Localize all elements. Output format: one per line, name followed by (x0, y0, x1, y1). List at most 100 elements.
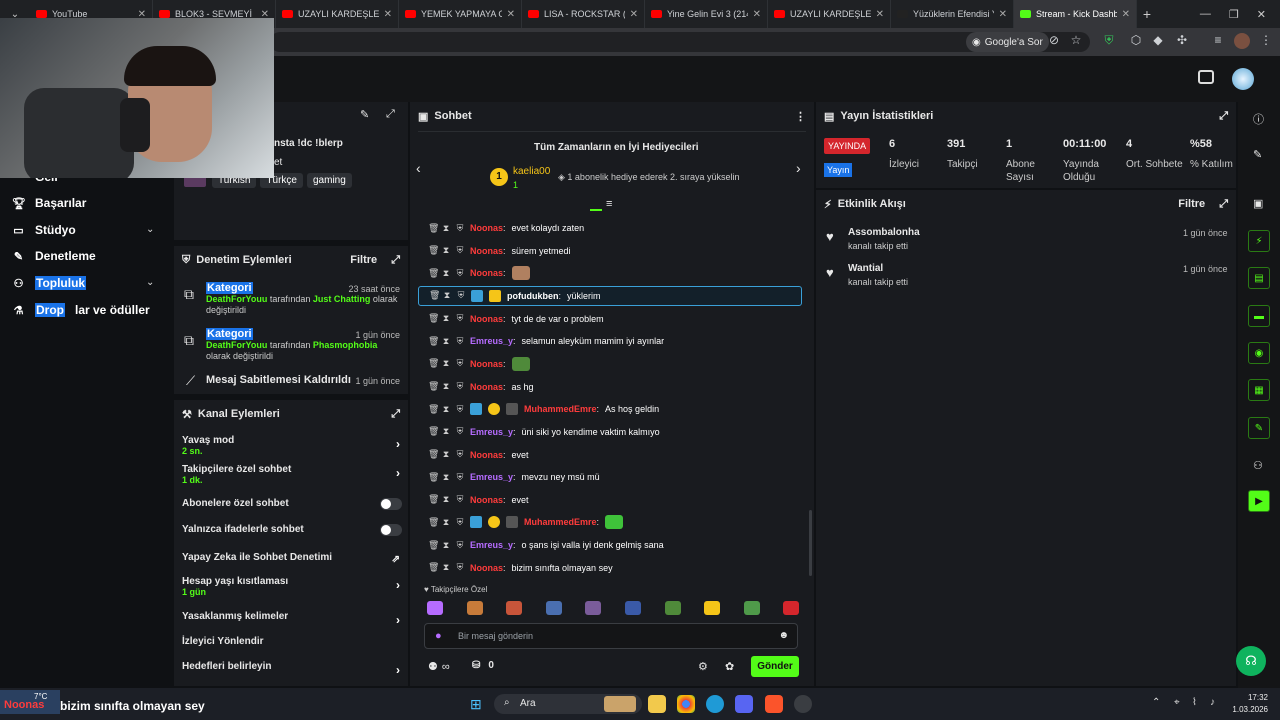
setting-followers-only[interactable]: Takipçilere özel sohbet 1 dk. › (182, 464, 400, 485)
chat-username[interactable]: pofudukben (507, 291, 559, 301)
support-headset-icon[interactable]: ☊ (1236, 646, 1266, 676)
emote-icon[interactable] (506, 601, 523, 615)
settings-gear-icon[interactable]: ⚙ (698, 660, 708, 673)
filter-button[interactable]: Filtre (1178, 198, 1205, 210)
ban-icon[interactable]: ⛨ (456, 313, 464, 324)
ban-icon[interactable]: ⛨ (456, 358, 464, 369)
chat-message[interactable]: 🗑︎ ⧗ ⛨ Noonas: (418, 354, 802, 374)
chat-message[interactable]: 🗑︎ ⧗ ⛨ MuhammedEmre: As hoş geldin (418, 399, 802, 419)
timeout-icon[interactable]: ⧗ (442, 517, 450, 528)
chat-scrollbar[interactable] (809, 510, 812, 576)
extension-icon[interactable]: ⬡ (1128, 33, 1144, 49)
broadcast-button[interactable]: ◉ (1248, 342, 1270, 364)
chat-username[interactable]: Noonas (470, 563, 503, 573)
ban-icon[interactable]: ⛨ (456, 404, 464, 415)
document-button[interactable]: ▤ (1248, 267, 1270, 289)
edit-icon[interactable]: ✎ (360, 108, 369, 121)
emote-icon[interactable] (704, 601, 721, 615)
timeout-icon[interactable]: ⧗ (442, 540, 450, 551)
timeout-icon[interactable]: ⧗ (442, 449, 450, 460)
minimize-icon[interactable]: — (1200, 8, 1211, 21)
browser-menu-icon[interactable]: ⋮ (1258, 33, 1274, 49)
google-sor-button[interactable]: ◉ Google'a Sor (966, 32, 1049, 52)
chat-username[interactable]: Emreus_y (470, 540, 513, 550)
obs-icon[interactable] (794, 695, 812, 713)
setting-goals[interactable]: Hedefleri belirleyin › (182, 661, 400, 677)
chat-username[interactable]: Noonas (470, 450, 503, 460)
delete-icon[interactable]: 🗑︎ (429, 290, 440, 301)
ban-icon[interactable]: ⛨ (456, 517, 464, 528)
tab-search-list-icon[interactable]: ≡ (1210, 33, 1226, 49)
expand-icon[interactable]: ⤢ (1219, 198, 1228, 211)
close-tab-icon[interactable]: ✕ (999, 9, 1007, 20)
chevron-right-icon[interactable]: › (396, 663, 400, 677)
bolt-button[interactable]: ⚡︎ (1248, 230, 1270, 252)
chat-username[interactable]: Noonas (470, 246, 503, 256)
edge-icon[interactable] (706, 695, 724, 713)
delete-icon[interactable]: 🗑︎ (428, 472, 439, 483)
nav-basarilar[interactable]: 🏆︎ Başarılar (12, 196, 86, 210)
taskbar-search[interactable]: ⌕ Ara (494, 694, 642, 714)
setting-ai-moderation[interactable]: Yapay Zeka ile Sohbet Denetimi ⇗ (182, 552, 400, 565)
browser-tab[interactable]: LISA - ROCKSTAR (O ✕ (522, 0, 645, 28)
setting-banned-words[interactable]: Yasaklanmış kelimeler › (182, 611, 400, 627)
chat-username[interactable]: Noonas (470, 382, 503, 392)
timeout-icon[interactable]: ⧗ (442, 404, 450, 415)
delete-icon[interactable]: 🗑︎ (428, 223, 439, 234)
maximize-icon[interactable]: ❐ (1229, 8, 1239, 21)
chat-message[interactable]: 🗑︎ ⧗ ⛨ Noonas: evet kolaydı zaten (418, 218, 802, 238)
clock-time[interactable]: 17:32 (1220, 693, 1268, 702)
chat-username[interactable]: Noonas (470, 314, 503, 324)
top-gifter-name[interactable]: kaelia00 (513, 166, 550, 177)
subs-only-toggle[interactable] (380, 498, 402, 510)
emote-icon[interactable] (427, 601, 443, 615)
close-tab-icon[interactable]: ✕ (876, 9, 884, 20)
chat-username[interactable]: Emreus_y (470, 427, 513, 437)
chrome-icon[interactable] (677, 695, 695, 713)
chevron-right-icon[interactable]: › (396, 578, 400, 592)
new-tab-button[interactable]: + (1137, 6, 1157, 22)
timeout-icon[interactable]: ⧗ (442, 245, 450, 256)
close-tab-icon[interactable]: ✕ (507, 9, 515, 20)
users-icon[interactable]: ⚉ (428, 661, 438, 673)
ban-icon[interactable]: ⛨ (456, 223, 464, 234)
browser-tab[interactable]: Yine Gelin Evi 3 (214 ✕ (645, 0, 768, 28)
mod-action-actor[interactable]: DeathForYouu (206, 294, 267, 304)
chat-message[interactable]: 🗑︎ ⧗ ⛨ Noonas: tyt de de var o problem (418, 309, 802, 329)
delete-icon[interactable]: 🗑︎ (428, 426, 439, 437)
close-tab-icon[interactable]: ✕ (753, 9, 761, 20)
emote-icon[interactable] (625, 601, 641, 615)
layout-button[interactable]: ▦ (1248, 379, 1270, 401)
setting-raid[interactable]: İzleyici Yönlendir (182, 636, 400, 647)
chat-message[interactable]: 🗑︎ ⧗ ⛨ MuhammedEmre: (418, 512, 802, 532)
timeout-icon[interactable]: ⧗ (442, 336, 450, 347)
expand-icon[interactable]: ⤢ (391, 408, 400, 421)
chat-message[interactable]: 🗑︎ ⧗ ⛨ Emreus_y: mevzu ney msü mü (418, 467, 802, 487)
setting-slow-mode[interactable]: Yavaş mod 2 sn. › (182, 435, 400, 456)
emote-icon[interactable] (664, 601, 681, 615)
chat-message[interactable]: 🗑︎ ⧗ ⛨ pofudukben: yüklerim (418, 285, 802, 306)
windows-start-icon[interactable]: ⊞ (470, 696, 482, 713)
user-avatar[interactable] (1232, 68, 1254, 90)
ban-icon[interactable]: ⛨ (456, 426, 464, 437)
clock-date[interactable]: 1.03.2026 (1220, 705, 1268, 714)
delete-icon[interactable]: 🗑︎ (428, 494, 439, 505)
mod-action-actor[interactable]: DeathForYouu (206, 340, 267, 350)
nav-topluluk[interactable]: ⚇ Topluluk (12, 276, 87, 290)
delete-icon[interactable]: 🗑︎ (428, 404, 439, 415)
chat-message[interactable]: 🗑︎ ⧗ ⛨ Noonas: as hg (418, 377, 802, 397)
delete-icon[interactable]: 🗑︎ (428, 381, 439, 392)
delete-icon[interactable]: 🗑︎ (428, 358, 439, 369)
chat-username[interactable]: Noonas (470, 495, 503, 505)
chat-username[interactable]: Noonas (470, 359, 503, 369)
ban-icon[interactable]: ⛨ (456, 472, 464, 483)
close-tab-icon[interactable]: ✕ (384, 9, 392, 20)
browser-tab[interactable]: YEMEK YAPMAYA GEL ✕ (399, 0, 522, 28)
emote-icon[interactable] (466, 601, 483, 615)
expand-icon[interactable]: ⤢ (386, 108, 395, 121)
ban-icon[interactable]: ⛨ (456, 268, 464, 279)
ban-icon[interactable]: ⛨ (456, 381, 464, 392)
wrench-button[interactable]: ✎ (1248, 417, 1270, 439)
tag[interactable]: gaming (306, 173, 352, 188)
delete-icon[interactable]: 🗑︎ (428, 449, 439, 460)
